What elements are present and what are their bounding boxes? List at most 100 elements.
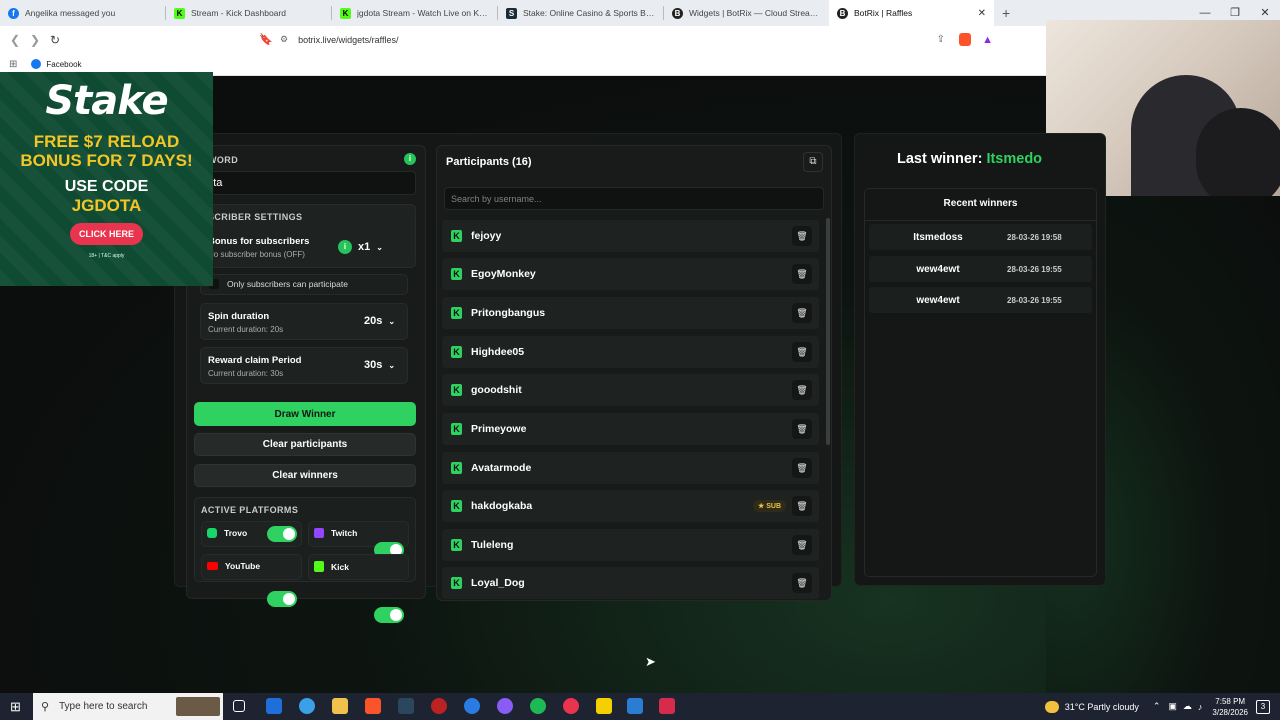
kick-icon: K: [451, 500, 462, 512]
trash-icon[interactable]: 🗑: [792, 342, 812, 362]
winner-date: 28-03-26 19:55: [1007, 264, 1062, 274]
kick-icon: K: [451, 539, 462, 551]
participant-row[interactable]: K Loyal_Dog 🗑: [442, 567, 819, 599]
browser-tab-active[interactable]: B BotRix | Raffles ✕: [829, 0, 994, 26]
url-bar[interactable]: ⚙ botrix.live/widgets/raffles/ ⇪ ▲: [280, 29, 995, 50]
participant-row[interactable]: K Avatarmode 🗑: [442, 452, 819, 484]
kick-toggle[interactable]: [374, 607, 404, 623]
app-icon[interactable]: [627, 698, 643, 714]
participant-row[interactable]: K Pritongbangus 🗑: [442, 297, 819, 329]
chevron-down-icon: ⌄: [388, 360, 396, 370]
task-view-icon[interactable]: [233, 700, 245, 712]
trash-icon[interactable]: 🗑: [792, 264, 812, 284]
participant-row[interactable]: K Highdee05 🗑: [442, 336, 819, 368]
taskbar-search-input[interactable]: ⚲ Type here to search: [33, 693, 223, 720]
weather-icon: [1044, 700, 1059, 713]
trash-icon[interactable]: 🗑: [792, 226, 812, 246]
trash-icon[interactable]: 🗑: [792, 458, 812, 478]
bonus-multiplier-select[interactable]: x1 ⌄: [358, 241, 383, 253]
botrix-icon: B: [672, 7, 683, 19]
trash-icon[interactable]: 🗑: [792, 496, 812, 516]
platform-name: Twitch: [331, 528, 358, 538]
trash-icon[interactable]: 🗑: [792, 535, 812, 555]
network-icon[interactable]: ☁: [1183, 701, 1192, 712]
bookmark-facebook[interactable]: Facebook: [46, 60, 81, 69]
only-subs-label: Only subscribers can participate: [227, 279, 348, 289]
brave-icon[interactable]: [365, 698, 381, 714]
participant-row[interactable]: K Primeyowe 🗑: [442, 413, 819, 445]
copy-icon[interactable]: ⧉: [803, 152, 823, 172]
speaker-icon[interactable]: ♪: [1198, 702, 1203, 712]
draw-winner-button[interactable]: Draw Winner: [194, 402, 416, 426]
app-icon[interactable]: [659, 698, 675, 714]
participant-row[interactable]: Khakdogkaba ★ SUB 🗑: [442, 490, 819, 522]
trash-icon[interactable]: 🗑: [792, 380, 812, 400]
brave-rewards-icon[interactable]: ▲: [982, 34, 993, 46]
info-icon[interactable]: i: [338, 240, 352, 254]
participant-row[interactable]: K Tuleleng 🗑: [442, 529, 819, 561]
participant-name: Loyal_Dog: [471, 577, 525, 589]
browser-tab[interactable]: Kjgdota Stream - Watch Live on Kick: [332, 0, 497, 26]
participant-search-input[interactable]: Search by username...: [444, 187, 824, 210]
weather-text[interactable]: 31°C Partly cloudy: [1065, 702, 1139, 712]
clock[interactable]: 7:58 PM 3/28/2026: [1212, 696, 1248, 718]
divider: [864, 220, 1097, 221]
browser-tab[interactable]: B Widgets | BotRix — Cloud Streaming: [664, 0, 829, 26]
youtube-toggle[interactable]: [267, 591, 297, 607]
participant-row[interactable]: Kgooodshit 🗑: [442, 374, 819, 406]
steam-icon[interactable]: [398, 698, 414, 714]
site-info-icon[interactable]: ⚙: [280, 34, 288, 45]
participant-row[interactable]: K EgoyMonkey 🗑: [442, 258, 819, 290]
windows-start-icon[interactable]: ⊞: [10, 699, 21, 715]
tray-app-icon[interactable]: ▣: [1168, 701, 1177, 712]
vscode-icon[interactable]: [266, 698, 282, 714]
browser-tab[interactable]: f Angelika messaged you: [0, 0, 165, 26]
winner-date: 28-03-26 19:58: [1007, 232, 1062, 242]
trovo-toggle[interactable]: [267, 526, 297, 542]
scrollbar[interactable]: [826, 218, 830, 445]
info-icon[interactable]: i: [404, 153, 416, 165]
spin-duration-select[interactable]: 20s ⌄: [364, 315, 395, 327]
chevron-down-icon: ⌄: [388, 316, 396, 326]
spotify-icon[interactable]: [530, 698, 546, 714]
new-tab-button[interactable]: +: [1002, 5, 1010, 21]
copilot-icon[interactable]: [299, 698, 315, 714]
reload-icon[interactable]: ↻: [45, 33, 65, 47]
forward-icon[interactable]: ❯: [25, 33, 45, 47]
close-tab-icon[interactable]: ✕: [978, 8, 986, 19]
back-icon[interactable]: ❮: [5, 33, 25, 47]
trash-icon[interactable]: 🗑: [792, 419, 812, 439]
keyword-input[interactable]: dota: [194, 171, 416, 195]
file-explorer-icon[interactable]: [332, 698, 348, 714]
apps-grid-icon[interactable]: ⊞: [9, 59, 17, 70]
stake-promo-overlay[interactable]: Stake FREE $7 RELOAD BONUS FOR 7 DAYS! U…: [0, 72, 213, 286]
recent-winners-title: Recent winners: [943, 198, 1018, 209]
kick-icon: K: [451, 462, 462, 474]
browser-tab[interactable]: K Stream - Kick Dashboard: [166, 0, 331, 26]
sticky-notes-icon[interactable]: [596, 698, 612, 714]
trash-icon[interactable]: 🗑: [792, 303, 812, 323]
trovo-icon: [207, 528, 217, 538]
bookmark-icon[interactable]: 🔖: [259, 33, 273, 46]
share-icon[interactable]: ⇪: [937, 34, 945, 45]
messenger-icon[interactable]: [497, 698, 513, 714]
spin-duration: Spin duration Current duration: 20s: [208, 311, 284, 334]
app-icon[interactable]: [563, 698, 579, 714]
app-icon[interactable]: [464, 698, 480, 714]
chevron-down-icon: ⌄: [376, 242, 383, 252]
search-icon: ⚲: [41, 701, 50, 713]
winner-row: Itsmedoss 28-03-26 19:58: [869, 224, 1092, 250]
clear-participants-button[interactable]: Clear participants: [194, 433, 416, 456]
obs-icon[interactable]: [431, 698, 447, 714]
brave-shield-icon[interactable]: [959, 33, 971, 46]
winner-row: wew4ewt 28-03-26 19:55: [869, 256, 1092, 282]
browser-tab[interactable]: S Stake: Online Casino & Sports Betting: [498, 0, 663, 26]
participant-row[interactable]: Kfejoyy 🗑: [442, 220, 819, 252]
trash-icon[interactable]: 🗑: [792, 573, 812, 593]
chevron-up-icon[interactable]: ⌃: [1153, 701, 1161, 712]
clear-winners-button[interactable]: Clear winners: [194, 464, 416, 487]
reward-claim-select[interactable]: 30s ⌄: [364, 359, 395, 371]
notifications-icon[interactable]: 3: [1256, 699, 1270, 714]
promo-click-button[interactable]: CLICK HERE: [69, 223, 143, 245]
participant-name: Highdee05: [471, 346, 525, 358]
